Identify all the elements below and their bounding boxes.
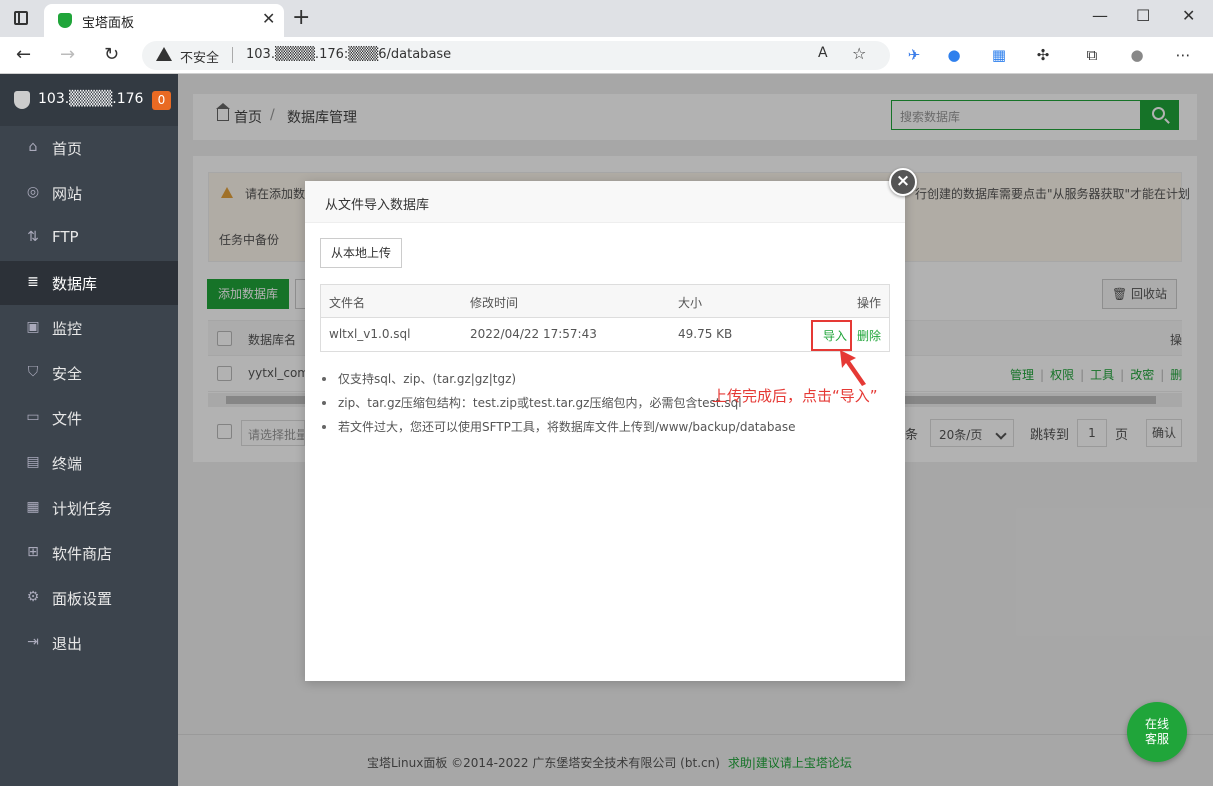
sidebar-item-label: FTP [52,228,79,246]
sidebar-item-database[interactable]: ≣ 数据库 [0,261,178,305]
import-button[interactable]: 导入 [823,327,847,344]
import-database-dialog: 从文件导入数据库 从本地上传 文件名 修改时间 大小 操作 wltxl_v1.0… [305,181,905,681]
database-icon: ≣ [27,274,39,290]
url-text[interactable]: 103.▒▒▒▒.176:▒▒▒6/database [246,47,451,62]
sidebar-item-label: 退出 [52,635,83,653]
apps-icon: ⊞ [27,544,39,560]
sidebar-item-settings[interactable]: ⚙ 面板设置 [0,576,178,620]
monitor-icon: ▣ [26,319,40,335]
sidebar-item-store[interactable]: ⊞ 软件商店 [0,531,178,575]
online-support-button[interactable]: 在线 客服 [1127,702,1187,762]
browser-tab[interactable]: 宝塔面板 ✕ [44,4,284,37]
file-name: wltxl_v1.0.sql [329,327,411,341]
gear-icon: ⚙ [26,589,40,605]
favorite-star-icon[interactable]: ☆ [852,44,866,63]
table-row: wltxl_v1.0.sql 2022/04/22 17:57:43 49.75… [321,318,889,351]
sidebar-item-cron[interactable]: ▦ 计划任务 [0,486,178,530]
new-tab-icon[interactable]: + [292,5,310,30]
annotation-arrow-icon [840,350,866,386]
sidebar-item-terminal[interactable]: ▤ 终端 [0,441,178,485]
address-bar[interactable]: 不安全 103.▒▒▒▒.176:▒▒▒6/database A ☆ [142,41,890,70]
reload-icon[interactable]: ↻ [104,44,119,65]
sidebar-item-label: 监控 [52,320,83,338]
sidebar-item-label: 软件商店 [52,545,113,563]
window-close-icon[interactable]: ✕ [1182,6,1195,25]
sidebar-item-label: 面板设置 [52,590,113,608]
sidebar-item-website[interactable]: ◎ 网站 [0,171,178,215]
support-label: 在线 [1144,717,1169,731]
file-table: 文件名 修改时间 大小 操作 wltxl_v1.0.sql 2022/04/22… [320,284,890,352]
file-mtime: 2022/04/22 17:57:43 [470,327,597,341]
calendar-icon[interactable]: ▦ [989,45,1009,65]
folder-icon: ▭ [26,409,40,425]
read-aloud-icon[interactable]: A [818,45,828,61]
sidebar: 103.▒▒▒▒.176 0 ⌂ 首页 ◎ 网站 ⇅ FTP ≣ 数据库 ▣ 监控 ⛉ 安全… [0,74,178,786]
collections-icon[interactable]: ⧉ [1082,45,1102,65]
list-item: 若文件过大，您还可以使用SFTP工具，将数据库文件上传到/www/backup/… [320,419,890,443]
delete-button[interactable]: 删除 [857,327,881,344]
divider [232,47,233,63]
column-header: 修改时间 [470,296,519,310]
profile-avatar-icon[interactable]: ● [1127,45,1147,65]
notification-badge[interactable]: 0 [152,91,171,110]
calendar-icon: ▦ [26,499,40,515]
sidebar-item-monitor[interactable]: ▣ 监控 [0,306,178,350]
browser-toolbar: ← → ↻ 不安全 103.▒▒▒▒.176:▒▒▒6/database A ☆… [0,37,1213,74]
sidebar-item-logout[interactable]: ⇥ 退出 [0,621,178,665]
sidebar-item-home[interactable]: ⌂ 首页 [0,126,178,170]
sidebar-item-label: 终端 [52,455,83,473]
column-header: 文件名 [329,296,366,310]
support-label: 客服 [1144,732,1169,746]
ftp-icon: ⇅ [27,229,39,245]
sidebar-item-label: 数据库 [52,275,98,293]
sidebar-item-label: 首页 [52,140,83,158]
extensions-puzzle-icon[interactable]: ✣ [1033,45,1053,65]
dialog-header: 从文件导入数据库 [305,181,905,223]
minimize-icon[interactable]: — [1092,6,1108,25]
sidebar-item-label: 安全 [52,365,83,383]
sidebar-item-label: 文件 [52,410,83,428]
file-size: 49.75 KB [678,327,733,341]
sidebar-item-label: 网站 [52,185,83,203]
sidebar-item-files[interactable]: ▭ 文件 [0,396,178,440]
tab-actions-icon[interactable] [14,11,28,25]
sidebar-item-label: 计划任务 [52,500,113,518]
bt-favicon-icon [58,13,72,28]
server-header: 103.▒▒▒▒.176 0 [0,74,178,126]
shield-icon: ⛉ [27,364,39,380]
insecure-label[interactable]: 不安全 [180,47,219,66]
help-notes: 仅支持sql、zip、(tar.gz|gz|tgz) zip、tar.gz压缩包… [320,371,890,443]
maximize-icon[interactable]: ☐ [1136,6,1150,25]
home-icon: ⌂ [28,139,38,155]
extension-icon[interactable]: ✈ [904,45,924,65]
terminal-icon: ▤ [26,454,40,470]
warning-icon[interactable] [156,47,172,61]
browser-tab-bar: 宝塔面板 ✕ + — ☐ ✕ [0,0,1213,37]
column-header: 操作 [857,296,882,310]
column-header: 大小 [678,296,703,310]
dialog-close-icon[interactable]: × [889,168,917,196]
table-header: 文件名 修改时间 大小 操作 [321,285,889,318]
sidebar-item-ftp[interactable]: ⇅ FTP [0,216,178,260]
tab-close-icon[interactable]: ✕ [262,9,275,28]
more-menu-icon[interactable]: ⋯ [1173,45,1193,65]
server-ip: 103.▒▒▒▒.176 [38,91,144,107]
upload-local-button[interactable]: 从本地上传 [320,238,402,268]
logout-icon: ⇥ [27,634,39,650]
globe-icon: ◎ [26,184,40,200]
bt-logo-icon [14,91,30,109]
back-icon[interactable]: ← [16,44,31,65]
dialog-title: 从文件导入数据库 [325,198,430,213]
sidebar-item-security[interactable]: ⛉ 安全 [0,351,178,395]
tab-title: 宝塔面板 [82,16,135,31]
annotation-text: 上传完成后，点击“导入” [712,387,878,405]
extension-icon[interactable]: ● [944,45,964,65]
forward-icon[interactable]: → [60,44,75,65]
